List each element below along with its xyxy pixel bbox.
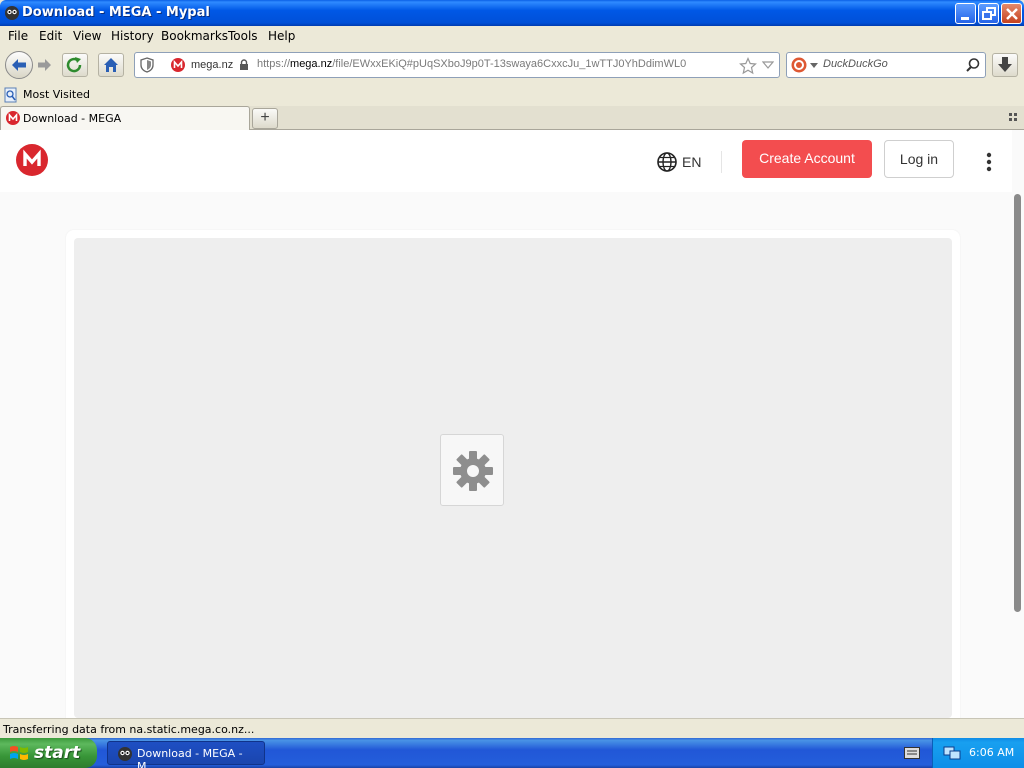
menu-help[interactable]: Help (268, 29, 295, 43)
tab-list-icon[interactable] (1009, 113, 1019, 123)
mypal-taskbar-icon (118, 747, 132, 761)
navigation-toolbar: mega.nz https://mega.nz/file/EWxxEKiQ#pU… (0, 46, 1024, 84)
restore-icon (982, 7, 996, 20)
menu-view[interactable]: View (73, 29, 101, 43)
mega-favicon (171, 58, 185, 72)
search-icon[interactable] (965, 57, 981, 73)
login-button[interactable]: Log in (884, 140, 954, 178)
menu-history[interactable]: History (111, 29, 154, 43)
menu-file[interactable]: File (8, 29, 28, 43)
star-icon[interactable] (739, 57, 757, 75)
close-icon (1006, 8, 1018, 20)
system-tray: 6:06 AM (932, 738, 1024, 768)
network-icon[interactable] (943, 745, 961, 761)
windows-flag-icon (10, 746, 28, 760)
keyboard-icon[interactable] (904, 747, 920, 759)
clock[interactable]: 6:06 AM (969, 746, 1014, 759)
home-button[interactable] (98, 53, 124, 77)
create-account-button[interactable]: Create Account (742, 140, 872, 178)
gear-icon (453, 451, 493, 491)
page-viewport: EN Create Account Log in (0, 130, 1024, 718)
back-icon (12, 59, 26, 71)
window-title: Download - MEGA - Mypal (22, 5, 210, 20)
url-text[interactable]: https://mega.nz/file/EWxxEKiQ#pUqSXboJ9p… (257, 58, 686, 70)
home-icon (104, 58, 118, 72)
file-preview-area (74, 238, 952, 718)
taskbar-item-mypal[interactable]: Download - MEGA - M... (107, 741, 265, 768)
header-divider (721, 151, 722, 173)
start-button[interactable]: start (0, 738, 97, 768)
downloads-button[interactable] (992, 53, 1018, 77)
scrollbar-thumb[interactable] (1014, 194, 1021, 612)
search-engine-dropdown-icon[interactable] (810, 63, 818, 68)
status-text: Transferring data from na.static.mega.co… (3, 723, 255, 736)
reload-icon (66, 57, 82, 73)
maximize-button[interactable] (978, 3, 999, 24)
minimize-button[interactable] (955, 3, 976, 24)
globe-icon (657, 152, 677, 172)
menu-tools[interactable]: Tools (228, 29, 258, 43)
taskbar-item-label: Download - MEGA - M... (137, 747, 243, 768)
download-icon (998, 57, 1012, 72)
status-bar: Transferring data from na.static.mega.co… (0, 718, 1024, 738)
site-identity-label: mega.nz (191, 59, 234, 71)
minimize-icon (961, 17, 969, 20)
loading-indicator (440, 434, 504, 506)
mega-tab-favicon (6, 111, 20, 125)
site-identity[interactable]: mega.nz (157, 55, 251, 75)
search-bar[interactable]: DuckDuckGo (786, 52, 986, 78)
mega-logo[interactable] (16, 144, 48, 176)
mypal-app-icon (5, 6, 19, 20)
menu-bookmarks[interactable]: Bookmarks (161, 29, 228, 43)
windows-taskbar: start Download - MEGA - M... 6:06 AM (0, 738, 1024, 768)
tab-label: Download - MEGA (23, 112, 122, 125)
shield-icon[interactable] (140, 57, 154, 73)
mega-header: EN Create Account Log in (0, 130, 1012, 192)
bookmarks-toolbar: Most Visited (0, 84, 1024, 106)
duckduckgo-icon[interactable] (791, 57, 807, 73)
language-code: EN (682, 154, 702, 170)
start-label: start (34, 743, 81, 763)
tab-strip: Download - MEGA + (0, 106, 1024, 130)
most-visited-label: Most Visited (23, 88, 90, 101)
more-menu-button[interactable] (982, 151, 996, 173)
new-tab-button[interactable]: + (252, 108, 278, 129)
search-placeholder: DuckDuckGo (823, 58, 888, 70)
most-visited-icon (4, 87, 17, 103)
page-scrollbar[interactable] (1012, 192, 1024, 718)
close-button[interactable] (1001, 3, 1022, 24)
forward-button[interactable] (33, 55, 57, 75)
lock-icon (240, 59, 248, 70)
bookmark-most-visited[interactable]: Most Visited (0, 84, 90, 106)
mega-logo-icon (23, 149, 41, 166)
language-selector[interactable]: EN (656, 151, 706, 173)
forward-icon (38, 59, 51, 71)
plus-icon: + (260, 109, 270, 126)
tab-download-mega[interactable]: Download - MEGA (0, 106, 250, 130)
menu-edit[interactable]: Edit (39, 29, 62, 43)
window-titlebar[interactable]: Download - MEGA - Mypal (0, 0, 1024, 26)
kebab-icon (986, 152, 992, 172)
back-button[interactable] (5, 51, 33, 79)
url-bar[interactable]: mega.nz https://mega.nz/file/EWxxEKiQ#pU… (134, 52, 780, 78)
reload-button[interactable] (62, 53, 88, 77)
dropdown-icon[interactable] (762, 61, 774, 69)
menu-bar: File Edit View History Bookmarks Tools H… (0, 26, 1024, 46)
